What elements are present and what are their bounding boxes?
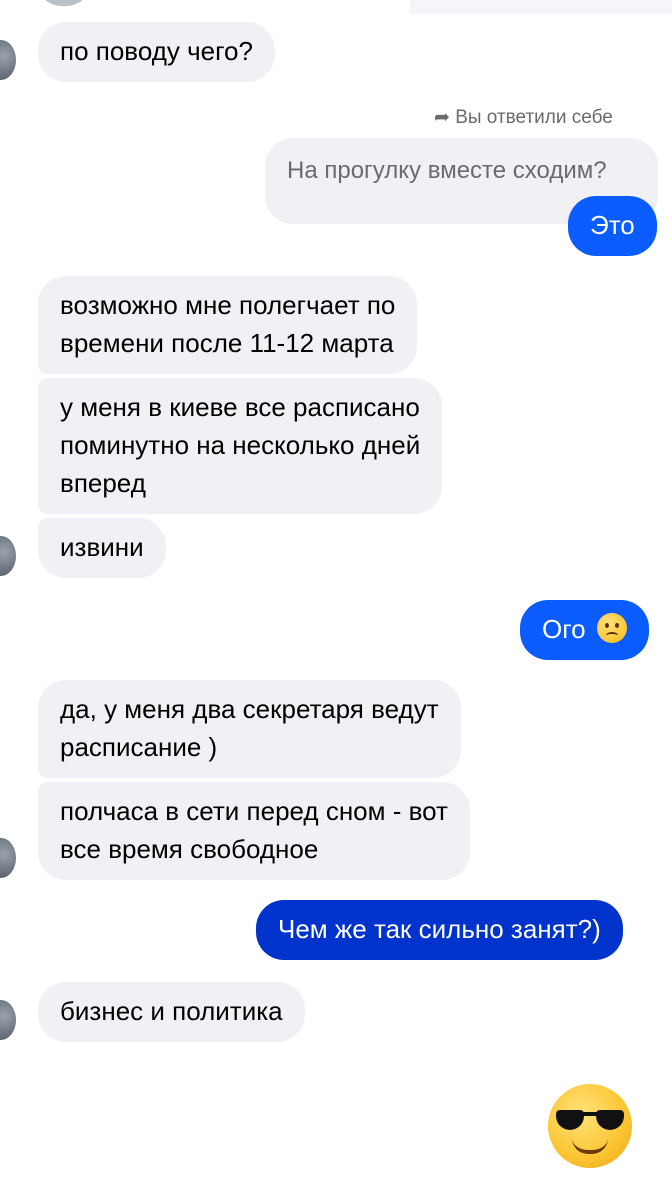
avatar	[36, 0, 92, 6]
reply-header-text: Вы ответили себе	[455, 107, 613, 128]
message-line: все время свободное	[60, 834, 319, 864]
reply-arrow-icon: ➦	[434, 107, 450, 128]
message-line: да, у меня два секретаря ведут	[60, 694, 439, 724]
message-text: по поводу чего?	[60, 36, 253, 66]
message-bubble[interactable]: Ого	[520, 600, 649, 660]
worried-face-icon	[596, 613, 627, 643]
message-text: Чем же так сильно занят?)	[278, 914, 601, 944]
avatar[interactable]	[0, 40, 16, 80]
message-bubble[interactable]: Чем же так сильно занят?)	[256, 900, 623, 960]
reply-header: ➦ Вы ответили себе	[434, 106, 613, 129]
message-text: извини	[60, 532, 144, 562]
message-line: полчаса в сети перед сном - вот	[60, 796, 448, 826]
message-bubble[interactable]: бизнес и политика	[38, 982, 305, 1042]
message-bubble[interactable]: у меня в киеве все расписано поминутно н…	[38, 378, 443, 514]
message-text: Ого	[542, 614, 586, 644]
message-bubble[interactable]: да, у меня два секретаря ведут расписани…	[38, 680, 461, 778]
message-bubble[interactable]: возможно мне полегчает по времени после …	[38, 276, 418, 374]
message-line: вперед	[60, 468, 146, 498]
sunglasses-emoji-icon[interactable]	[548, 1084, 632, 1168]
message-bubble[interactable]: полчаса в сети перед сном - вот все врем…	[38, 782, 470, 880]
reply-quote-text: На прогулку вместе сходим?	[287, 157, 607, 184]
sunglasses	[556, 1110, 624, 1130]
message-line: у меня в киеве все расписано	[60, 392, 420, 422]
message-line: времени после 11-12 марта	[60, 328, 394, 358]
avatar[interactable]	[0, 838, 16, 878]
message-text: Это	[590, 210, 635, 240]
message-line: поминутно на несколько дней	[60, 430, 421, 460]
message-bubble[interactable]: по поводу чего?	[38, 22, 275, 82]
message-bubble[interactable]: извини	[38, 518, 166, 578]
avatar[interactable]	[0, 536, 16, 576]
message-line: возможно мне полегчает по	[60, 290, 396, 320]
smile	[572, 1138, 608, 1154]
previous-message-edge	[410, 0, 672, 14]
message-text: бизнес и политика	[60, 996, 283, 1026]
message-bubble[interactable]: Это	[568, 196, 657, 256]
avatar[interactable]	[0, 1000, 16, 1040]
message-line: расписание )	[60, 732, 218, 762]
